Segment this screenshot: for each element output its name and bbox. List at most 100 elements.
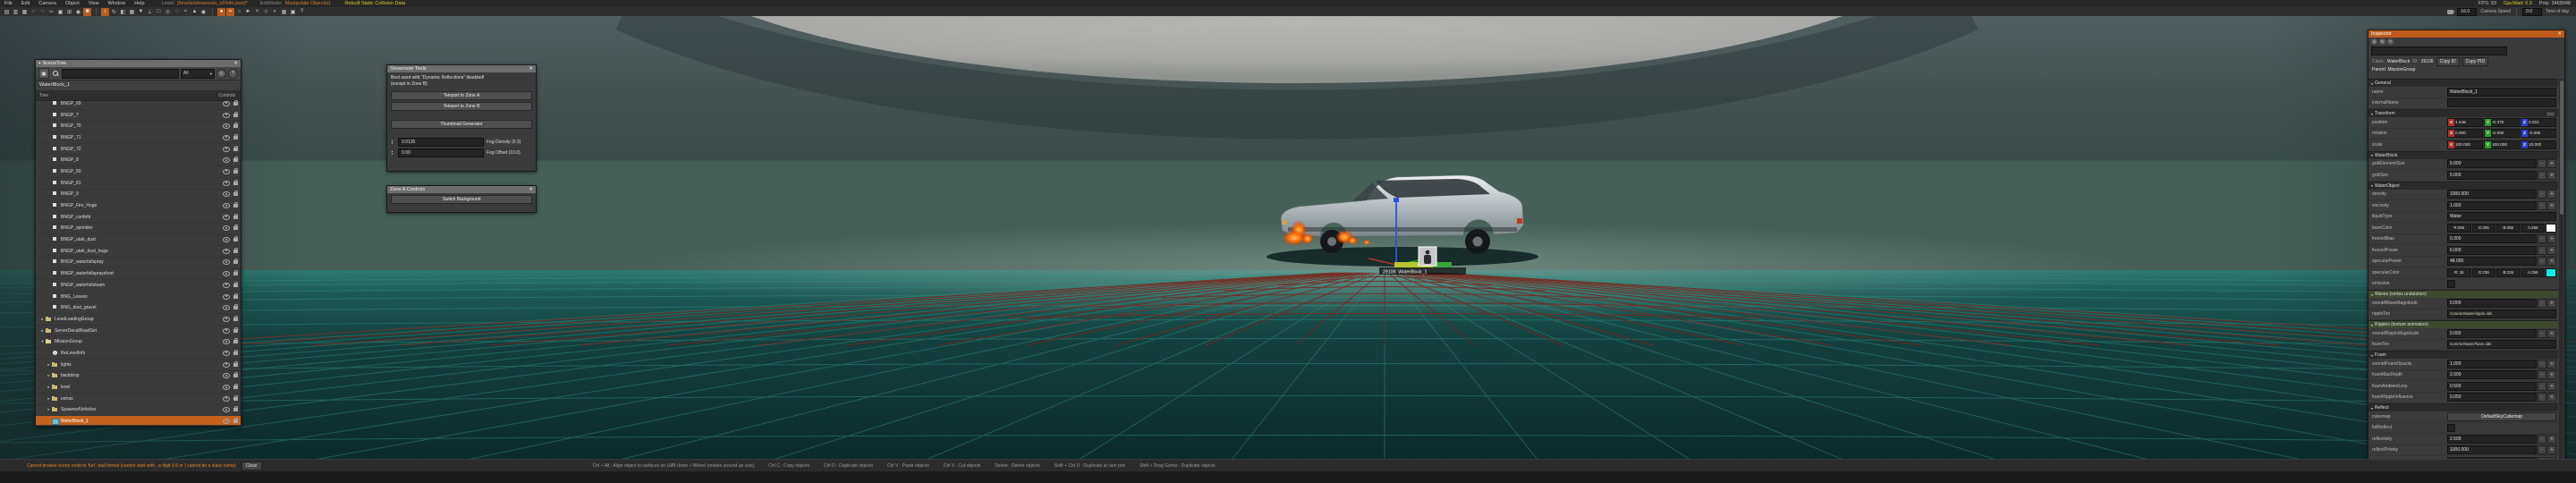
increment-button[interactable]: + [2547, 445, 2556, 455]
object-select-icon[interactable]: ■ [83, 7, 91, 16]
number-input[interactable]: 5.000 [2447, 170, 2537, 180]
a-channel-field[interactable]: A:255 [2521, 223, 2545, 233]
tree-row-MissionGroup[interactable]: ▾ MissionGroup [36, 336, 241, 349]
close-icon[interactable]: ✕ [2557, 30, 2562, 38]
picker-button[interactable]: DefaultSkyCubemap [2447, 411, 2556, 421]
lock-icon[interactable] [233, 372, 238, 378]
visibility-eye-icon[interactable] [223, 407, 230, 413]
dropdown-field[interactable]: Water [2447, 212, 2556, 222]
decrement-button[interactable]: - [2538, 370, 2546, 380]
decrement-button[interactable]: - [2538, 359, 2546, 369]
tree-row-BNG_dust_gravel[interactable]: BNG_dust_gravel [36, 302, 241, 315]
toggle-fog-icon[interactable]: ≈ [226, 7, 234, 16]
tree-row-BNGP_sprinkler[interactable]: BNGP_sprinkler [36, 224, 241, 235]
lock-selection-icon[interactable]: ⊙ [2371, 38, 2377, 45]
lock-icon[interactable] [233, 213, 238, 219]
tree-row-BNGP_confetti[interactable]: BNGP_confetti [36, 212, 241, 224]
text-input[interactable] [2447, 98, 2556, 108]
increment-button[interactable]: + [2547, 190, 2556, 199]
copy-icon[interactable]: ▣ [56, 8, 64, 16]
decrement-button[interactable]: - [2538, 190, 2546, 199]
visibility-eye-icon[interactable] [223, 237, 230, 243]
file-path-input[interactable]: /core/art/water/foam.dds [2447, 340, 2556, 350]
visibility-eye-icon[interactable] [223, 180, 230, 186]
lock-icon[interactable] [233, 258, 238, 265]
tree-row-BNGP_72[interactable]: BNGP_72 [36, 144, 241, 156]
lock-icon[interactable] [233, 111, 238, 117]
increment-button[interactable]: + [2547, 245, 2556, 255]
decrement-button[interactable]: - [2538, 328, 2546, 338]
increment-button[interactable]: + [2547, 370, 2556, 380]
visibility-eye-icon[interactable] [223, 361, 230, 368]
lock-icon[interactable] [233, 360, 238, 367]
number-input[interactable]: 1000.000 [2447, 445, 2537, 455]
drag-select-icon[interactable]: ◌ [173, 8, 181, 16]
increment-button[interactable]: + [2547, 434, 2556, 444]
player-drop-icon[interactable]: ○ [235, 8, 243, 16]
section-header-foam[interactable]: ▾ Foam [2368, 351, 2558, 359]
lock-icon[interactable] [233, 202, 238, 208]
collapse-icon[interactable]: ▾ [38, 60, 41, 67]
render-mode-icon[interactable]: ◐ [271, 8, 279, 16]
scale-gizmo-icon[interactable]: ◧ [119, 8, 127, 16]
close-icon[interactable]: ✕ [529, 186, 533, 193]
tree-row-BNGP_waterfallspray[interactable]: BNGP_waterfallspray [36, 258, 241, 269]
visibility-eye-icon[interactable] [223, 191, 230, 198]
visibility-eye-icon[interactable] [223, 203, 230, 209]
visibility-eye-icon[interactable] [223, 282, 230, 288]
teleport-zone-b-button[interactable]: Teleport to Zone B [391, 102, 532, 111]
number-input[interactable]: 0.500 [2447, 381, 2537, 391]
visibility-eye-icon[interactable] [223, 248, 230, 254]
cut-icon[interactable]: ✂ [47, 8, 55, 16]
increment-button[interactable]: + [2547, 159, 2556, 169]
tree-row-BNGP_7[interactable]: BNGP_7 [36, 110, 241, 122]
tree-row-backdrop[interactable]: ▸ backdrop [36, 371, 241, 383]
visibility-eye-icon[interactable] [223, 259, 230, 266]
g-channel-field[interactable]: G:255 [2471, 223, 2496, 233]
number-input[interactable]: 1.000 [2447, 359, 2537, 369]
increment-button[interactable]: + [2547, 170, 2556, 180]
visibility-eye-icon[interactable] [223, 123, 230, 130]
visibility-eye-icon[interactable] [223, 271, 230, 277]
tree-row-BNGP_80[interactable]: BNGP_80 [36, 166, 241, 178]
number-input[interactable]: 2.500 [2447, 434, 2537, 444]
menu-file[interactable]: File [0, 0, 17, 7]
copy-id-button[interactable]: Copy ID [2436, 57, 2460, 66]
close-icon[interactable]: ✕ [233, 60, 238, 67]
toggle-visualization-icon[interactable]: ● [217, 7, 225, 16]
section-header-ripples-texture-animation[interactable]: ▾ Ripples (texture animation) [2368, 320, 2558, 328]
increment-button[interactable]: + [2547, 359, 2556, 369]
decrement-button[interactable]: - [2538, 445, 2546, 455]
tree-row-BNGP_69[interactable]: BNGP_69 [36, 98, 241, 110]
x-axis-field[interactable]: X 0.000 [2447, 129, 2483, 139]
fog-density-input[interactable]: 0.0135 [398, 138, 484, 147]
lock-icon[interactable] [233, 281, 238, 287]
y-axis-field[interactable]: Y -0.375 [2484, 117, 2520, 127]
zone-a-titlebar[interactable]: Zone A Controls ✕ [387, 186, 536, 193]
chevron-icon[interactable]: ▸ [39, 317, 46, 322]
visibility-eye-icon[interactable] [223, 339, 230, 345]
time-of-day-input[interactable]: 0.0 [2522, 7, 2543, 16]
increment-button[interactable]: + [2547, 298, 2556, 308]
tree-row-WaterBlock_1[interactable]: WaterBlock_1 [36, 416, 241, 425]
inspector-scrollbar[interactable] [2559, 79, 2563, 461]
chevron-icon[interactable]: ▸ [46, 373, 52, 378]
lock-icon[interactable] [233, 99, 238, 106]
editor-help-icon[interactable]: ? [298, 8, 306, 16]
local-transform-icon[interactable]: ⊥ [146, 8, 154, 16]
inspector-titlebar[interactable]: Inspector ✕ [2368, 30, 2564, 38]
center-pivot-icon[interactable]: ⊙ [164, 8, 172, 16]
lock-icon[interactable] [233, 123, 238, 129]
tree-row-BNG_Leaves[interactable]: BNG_Leaves [36, 292, 241, 303]
number-input[interactable]: 0.300 [2447, 234, 2537, 244]
increment-button[interactable]: + [2547, 393, 2556, 402]
visibility-eye-icon[interactable] [223, 316, 230, 322]
rotate-gizmo-icon[interactable]: ↻ [110, 8, 118, 16]
add-folder-button[interactable]: ▣ [38, 68, 49, 79]
visibility-eye-icon[interactable] [223, 373, 230, 379]
a-channel-field[interactable]: A:255 [2521, 267, 2545, 277]
menu-object[interactable]: Object [61, 0, 84, 7]
lock-icon[interactable] [233, 133, 238, 140]
open-level-icon[interactable]: ▥ [12, 8, 20, 16]
copy-pid-button[interactable]: Copy PID [2462, 57, 2489, 66]
